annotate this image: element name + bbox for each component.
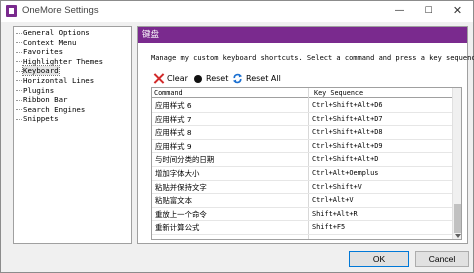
ok-button[interactable]: OK <box>349 251 409 267</box>
table-row[interactable]: 增加字体大小 Ctrl+Alt+Oemplus <box>152 167 452 181</box>
key-sequence-cell[interactable]: Ctrl+Shift+Alt+D8 <box>312 126 383 140</box>
settings-nav-tree: General Options Context Menu Favorites H… <box>13 26 132 244</box>
nav-item-label: Keyboard <box>22 65 60 77</box>
table-row[interactable]: 重放上一个命令 Shift+Alt+R <box>152 208 452 222</box>
reset-all-label: Reset All <box>246 74 281 83</box>
nav-item-favorites[interactable]: Favorites <box>14 47 131 57</box>
window-title: OneMore Settings <box>22 5 99 16</box>
key-sequence-cell[interactable]: Ctrl+Shift+V <box>312 181 362 195</box>
table-row[interactable]: 粘贴富文本 Ctrl+Alt+V <box>152 194 452 208</box>
key-sequence-cell[interactable]: Shift+Alt+R <box>312 208 358 222</box>
keyboard-panel: 键盘 Manage my custom keyboard shortcuts. … <box>137 26 474 244</box>
command-cell: 粘贴富文本 <box>155 196 192 206</box>
nav-item-label: General Options <box>23 28 90 37</box>
key-sequence-cell[interactable]: Shift+F5 <box>312 221 345 235</box>
clear-button[interactable]: Clear <box>153 72 188 85</box>
command-cell: 与时间分类的日期 <box>155 155 215 165</box>
command-cell: 重新计算公式 <box>155 223 200 233</box>
shortcuts-grid[interactable]: Command Key Sequence 应用样式 6 Ctrl+Shift+Al… <box>151 87 462 240</box>
column-header-key-sequence[interactable]: Key Sequence <box>314 88 363 98</box>
table-row[interactable]: 应用样式 6 Ctrl+Shift+Alt+D6 <box>152 99 452 113</box>
nav-item-search-engines[interactable]: Search Engines <box>14 105 131 115</box>
maximize-button[interactable]: ☐ <box>414 1 443 22</box>
command-cell: 应用样式 8 <box>155 128 192 138</box>
nav-item-snippets[interactable]: Snippets <box>14 114 131 124</box>
command-cell: 应用样式 6 <box>155 101 192 110</box>
nav-item-label: Favorites <box>23 47 64 57</box>
nav-item-keyboard[interactable]: Keyboard <box>14 65 131 77</box>
key-sequence-cell[interactable]: Ctrl+Shift+Alt+D <box>312 153 378 167</box>
table-row[interactable]: 应用样式 7 Ctrl+Shift+Alt+D7 <box>152 113 452 127</box>
key-sequence-cell[interactable]: Ctrl+Shift+Alt+D7 <box>312 113 383 127</box>
scroll-down-arrow-icon[interactable] <box>455 234 461 238</box>
nav-item-label: Ribbon Bar <box>23 95 68 105</box>
table-row[interactable]: 重新计算公式 Shift+F5 <box>152 221 452 235</box>
onemore-app-icon <box>6 5 17 17</box>
nav-item-horizontal-lines[interactable]: Horizontal Lines <box>14 76 131 86</box>
panel-header: 键盘 <box>138 27 467 43</box>
table-row[interactable]: 与时间分类的日期 Ctrl+Shift+Alt+D <box>152 153 452 167</box>
reset-all-button[interactable]: Reset All <box>232 72 281 85</box>
nav-item-label: Snippets <box>23 114 59 124</box>
command-cell: 应用样式 7 <box>155 114 192 124</box>
key-sequence-cell[interactable]: Ctrl+Alt+Oemplus <box>312 167 378 181</box>
column-header-command[interactable]: Command <box>154 88 183 98</box>
reset-label: Reset <box>206 74 229 83</box>
clear-x-icon <box>153 73 164 84</box>
scrollbar-thumb[interactable] <box>454 204 461 233</box>
key-sequence-cell[interactable]: Ctrl+Alt+V <box>312 194 354 208</box>
nav-item-label: Highlighter Themes <box>23 56 104 66</box>
command-cell: 粘贴并保持文字 <box>155 182 207 192</box>
minimize-button[interactable]: — <box>385 1 414 22</box>
reset-button[interactable]: Reset <box>193 72 228 85</box>
instructions-text: Manage my custom keyboard shortcuts. Sel… <box>151 54 474 62</box>
table-row[interactable]: 应用样式 9 Ctrl+Shift+Alt+D9 <box>152 140 452 154</box>
command-cell: 重放上一个命令 <box>155 209 207 219</box>
close-button[interactable]: ✕ <box>443 1 472 22</box>
grid-header-row: Command Key Sequence <box>152 88 452 98</box>
nav-item-label: Horizontal Lines <box>23 75 95 85</box>
nav-item-label: Plugins <box>23 85 55 95</box>
cancel-button[interactable]: Cancel <box>415 251 469 267</box>
grid-vertical-scrollbar[interactable] <box>452 88 461 239</box>
nav-item-label: Context Menu <box>23 37 77 47</box>
key-sequence-cell[interactable]: Ctrl+Shift+Alt+D6 <box>312 99 383 113</box>
nav-item-ribbon-bar[interactable]: Ribbon Bar <box>14 95 131 105</box>
nav-item-highlighter-themes[interactable]: Highlighter Themes <box>14 57 131 67</box>
clear-label: Clear <box>167 74 188 83</box>
reset-dot-icon <box>194 74 202 83</box>
nav-item-context-menu[interactable]: Context Menu <box>14 38 131 48</box>
title-bar[interactable]: OneMore Settings — ☐ ✕ <box>1 1 473 22</box>
settings-window: OneMore Settings — ☐ ✕ General Options C… <box>0 0 474 273</box>
command-cell: 增加字体大小 <box>155 169 200 178</box>
nav-item-general-options[interactable]: General Options <box>14 28 131 38</box>
key-sequence-cell[interactable]: Ctrl+Shift+Alt+D9 <box>312 140 383 154</box>
nav-item-label: Search Engines <box>23 104 86 114</box>
refresh-cycle-icon <box>232 73 243 84</box>
command-cell: 应用样式 9 <box>155 141 192 151</box>
table-row[interactable]: 粘贴并保持文字 Ctrl+Shift+V <box>152 181 452 195</box>
table-row[interactable]: 应用样式 8 Ctrl+Shift+Alt+D8 <box>152 126 452 140</box>
nav-item-plugins[interactable]: Plugins <box>14 86 131 96</box>
